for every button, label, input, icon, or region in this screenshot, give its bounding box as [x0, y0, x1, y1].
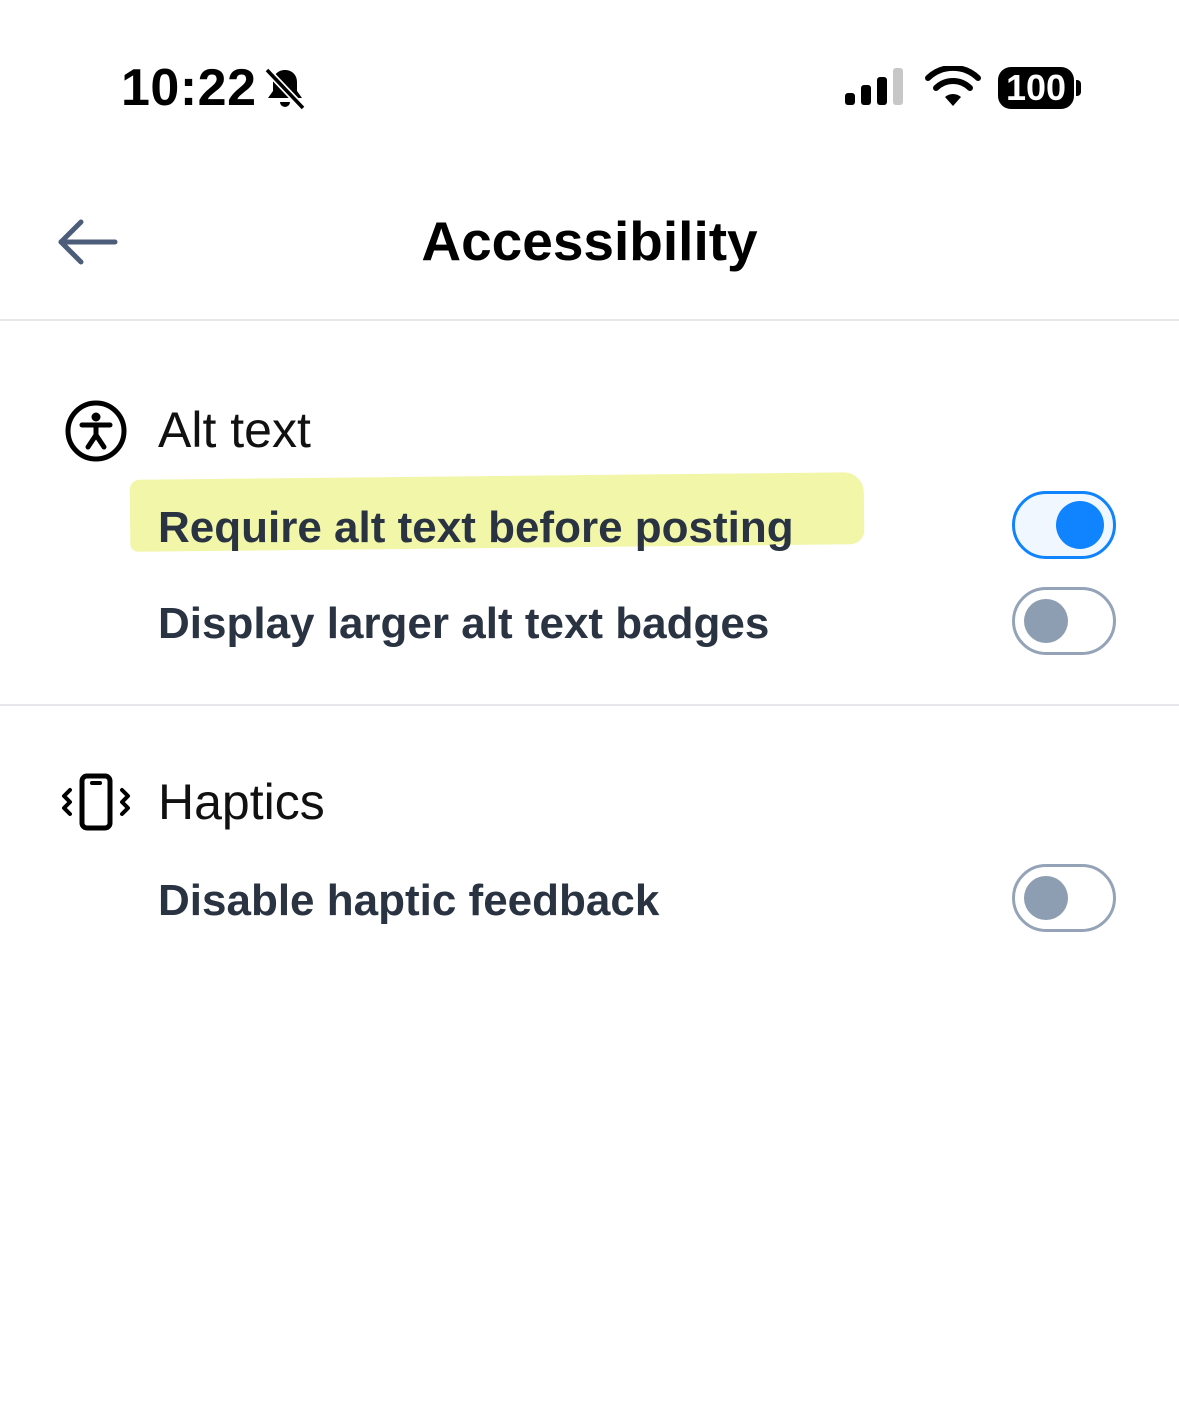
- section-title-haptics: Haptics: [158, 774, 325, 830]
- status-bar: 10:22 100: [0, 0, 1179, 150]
- header-divider: [0, 319, 1179, 321]
- setting-row-disable-haptics[interactable]: Disable haptic feedback: [0, 861, 1179, 941]
- toggle-knob: [1056, 501, 1104, 549]
- battery-icon: 100: [998, 67, 1074, 109]
- bell-off-icon: [264, 67, 306, 111]
- header: Accessibility: [0, 150, 1179, 320]
- battery-tip: [1076, 80, 1081, 96]
- accessibility-icon: [65, 400, 127, 462]
- phone-vibrate-icon: [62, 773, 130, 831]
- setting-label: Require alt text before posting: [158, 503, 794, 552]
- setting-label: Disable haptic feedback: [158, 876, 660, 925]
- section-title-alt-text: Alt text: [158, 402, 311, 458]
- larger-badges-toggle[interactable]: [1012, 587, 1116, 655]
- setting-row-require-alt-text[interactable]: Require alt text before posting: [0, 488, 1179, 568]
- page-title: Accessibility: [421, 210, 758, 272]
- toggle-knob: [1024, 599, 1068, 643]
- require-alt-text-toggle[interactable]: [1012, 491, 1116, 559]
- section-divider: [0, 704, 1179, 706]
- wifi-icon: [925, 66, 981, 106]
- status-time: 10:22: [121, 59, 257, 117]
- disable-haptics-toggle[interactable]: [1012, 864, 1116, 932]
- setting-row-larger-badges[interactable]: Display larger alt text badges: [0, 584, 1179, 664]
- signal-icon: [845, 68, 903, 105]
- toggle-knob: [1024, 876, 1068, 920]
- setting-label: Display larger alt text badges: [158, 599, 770, 648]
